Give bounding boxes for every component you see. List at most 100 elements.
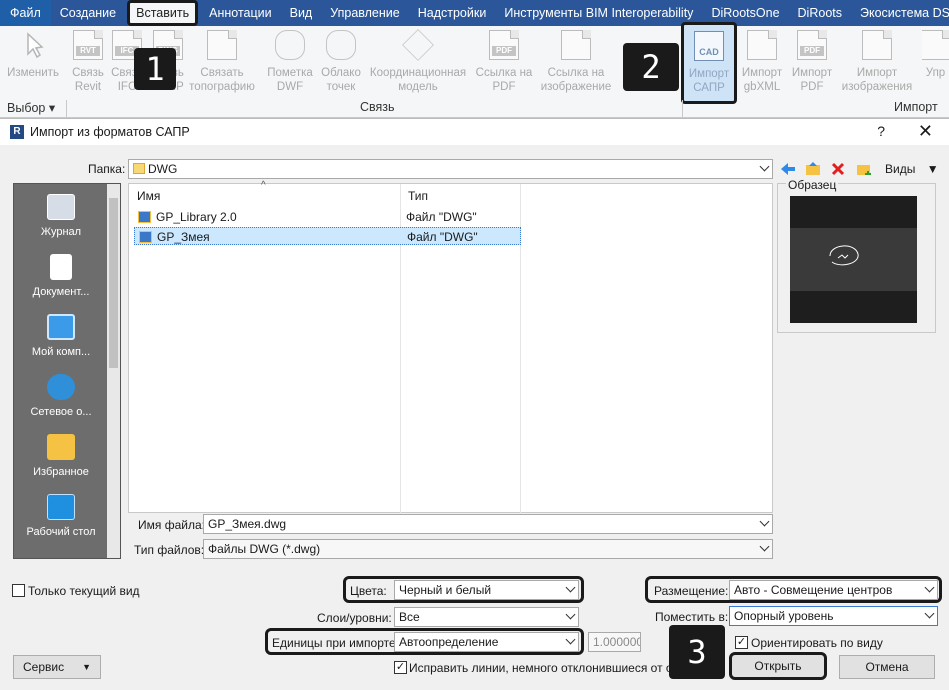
file-row-selected[interactable]: GP_Змея Файл "DWG": [134, 227, 521, 245]
units-value: Автоопределение: [399, 635, 499, 649]
manage-link-label: Упр: [925, 67, 946, 79]
open-label: Открыть: [754, 659, 802, 673]
tab-diroots[interactable]: DiRoots: [789, 0, 851, 26]
computer-icon: [47, 314, 75, 340]
chevron-down-icon: [759, 161, 770, 172]
coordination-model-button[interactable]: Координационная модель: [366, 26, 470, 100]
column-header-type[interactable]: Тип: [402, 186, 434, 206]
gbxml-file-icon: [747, 30, 777, 60]
folder-icon: [133, 163, 145, 174]
dwf-markup-button[interactable]: Пометка DWF: [262, 26, 318, 100]
colors-label: Цвета:: [350, 584, 387, 598]
cursor-icon: [18, 30, 48, 60]
close-button[interactable]: ✕: [918, 121, 933, 142]
cancel-button[interactable]: Отмена: [839, 655, 935, 679]
place-history[interactable]: Журнал: [14, 188, 108, 248]
folder-select[interactable]: DWG: [128, 159, 773, 179]
caret-down-icon: ▼: [82, 662, 91, 672]
units-select[interactable]: Автоопределение: [394, 632, 579, 652]
help-button[interactable]: ?: [877, 123, 885, 139]
preview-panel: Образец: [777, 178, 936, 333]
image-file-icon: [561, 30, 591, 60]
dwg-file-icon: [138, 211, 151, 223]
chevron-down-icon: [924, 608, 935, 619]
file-row[interactable]: GP_Library 2.0 Файл "DWG": [134, 208, 521, 226]
revit-file-icon: RVT: [73, 30, 103, 60]
delete-icon[interactable]: [831, 162, 847, 176]
tab-insert[interactable]: Вставить: [127, 0, 199, 26]
import-gbxml-button[interactable]: Импорт gbXML: [738, 26, 786, 100]
group-separator: [66, 100, 67, 118]
place-at-select[interactable]: Опорный уровень: [729, 606, 938, 626]
tab-manage[interactable]: Управление: [321, 0, 409, 26]
chevron-down-icon: [565, 582, 576, 593]
units-factor-input[interactable]: 1.000000: [588, 632, 641, 652]
orient-to-view-checkbox[interactable]: ✓: [735, 636, 748, 649]
cancel-label: Отмена: [865, 660, 909, 674]
import-cad-dialog: R Импорт из форматов САПР ? ✕ Папка: DWG…: [0, 118, 949, 690]
filetype-select[interactable]: Файлы DWG (*.dwg): [203, 539, 773, 559]
place-desktop[interactable]: Рабочий стол: [14, 488, 108, 548]
chevron-down-icon: [759, 516, 770, 527]
cad-import-icon: CAD: [694, 31, 724, 61]
placement-select[interactable]: Авто - Совмещение центров: [729, 580, 938, 600]
scrollbar-thumb[interactable]: [109, 198, 118, 368]
units-factor-value: 1.000000: [593, 635, 641, 649]
views-button[interactable]: Виды ▼: [885, 162, 939, 176]
column-header-name[interactable]: Имя: [131, 186, 166, 206]
place-documents[interactable]: Документ...: [14, 248, 108, 308]
favorites-folder-icon: [47, 434, 75, 460]
import-pdf-button[interactable]: PDF Импорт PDF: [788, 26, 836, 100]
up-folder-icon[interactable]: [805, 161, 821, 175]
tab-ds-ecosystem[interactable]: Экосистема DS: [851, 0, 949, 26]
coordination-model-label: Координационная модель: [369, 67, 467, 93]
dwf-markup-icon: [275, 30, 305, 60]
tab-view[interactable]: Вид: [281, 0, 322, 26]
tools-label: Сервис: [22, 660, 65, 674]
tools-button[interactable]: Сервис ▼: [13, 655, 101, 679]
layers-select[interactable]: Все: [394, 607, 579, 627]
link-revit-button[interactable]: RVT Связь Revit: [66, 26, 110, 100]
new-folder-icon[interactable]: [856, 161, 872, 175]
place-network[interactable]: Сетевое о...: [14, 368, 108, 428]
group-select[interactable]: Выбор ▾: [7, 100, 55, 115]
link-topography-button[interactable]: Связать топографию: [186, 26, 258, 100]
places-scrollbar[interactable]: [107, 184, 120, 558]
sort-arrow-icon: ^: [261, 180, 266, 191]
tab-annotate[interactable]: Аннотации: [200, 0, 280, 26]
manage-link-button[interactable]: Упр: [922, 26, 949, 100]
filetype-value: Файлы DWG (*.dwg): [208, 542, 321, 556]
folder-value: DWG: [148, 162, 178, 176]
point-cloud-label: Облако точек: [321, 67, 361, 93]
tab-addins[interactable]: Надстройки: [409, 0, 496, 26]
colors-select[interactable]: Черный и белый: [394, 580, 579, 600]
open-button[interactable]: Открыть: [729, 652, 827, 680]
image-link-button[interactable]: Ссылка на изображение: [538, 26, 614, 100]
import-cad-button[interactable]: CAD Импорт САПР: [681, 22, 737, 104]
group-link: Связь: [360, 100, 395, 114]
place-favorites[interactable]: Избранное: [14, 428, 108, 488]
tab-bim-interop[interactable]: Инструменты BIM Interoperability: [495, 0, 702, 26]
filename-input[interactable]: GP_Змея.dwg: [203, 514, 773, 534]
tab-create[interactable]: Создание: [51, 0, 125, 26]
modify-button[interactable]: Изменить: [2, 26, 64, 100]
desktop-icon: [47, 494, 75, 520]
preview-image: [790, 196, 917, 323]
preview-label: Образец: [786, 178, 839, 192]
point-cloud-button[interactable]: Облако точек: [318, 26, 364, 100]
group-separator: [682, 100, 683, 118]
dwg-file-icon: [139, 231, 152, 243]
back-arrow-icon[interactable]: [780, 162, 796, 176]
tab-file[interactable]: Файл: [0, 0, 51, 26]
fix-lines-checkbox[interactable]: ✓: [394, 661, 407, 674]
manage-links-icon: [922, 30, 949, 60]
pdf-link-label: Ссылка на PDF: [475, 67, 533, 93]
import-image-button[interactable]: Импорт изображения: [838, 26, 916, 100]
place-at-value: Опорный уровень: [734, 609, 834, 623]
pdf-link-button[interactable]: PDF Ссылка на PDF: [472, 26, 536, 100]
file-name: GP_Library 2.0: [156, 210, 237, 224]
place-my-computer[interactable]: Мой комп...: [14, 308, 108, 368]
current-view-only-checkbox[interactable]: [12, 584, 25, 597]
file-type: Файл "DWG": [407, 230, 478, 244]
colors-value: Черный и белый: [399, 583, 492, 597]
